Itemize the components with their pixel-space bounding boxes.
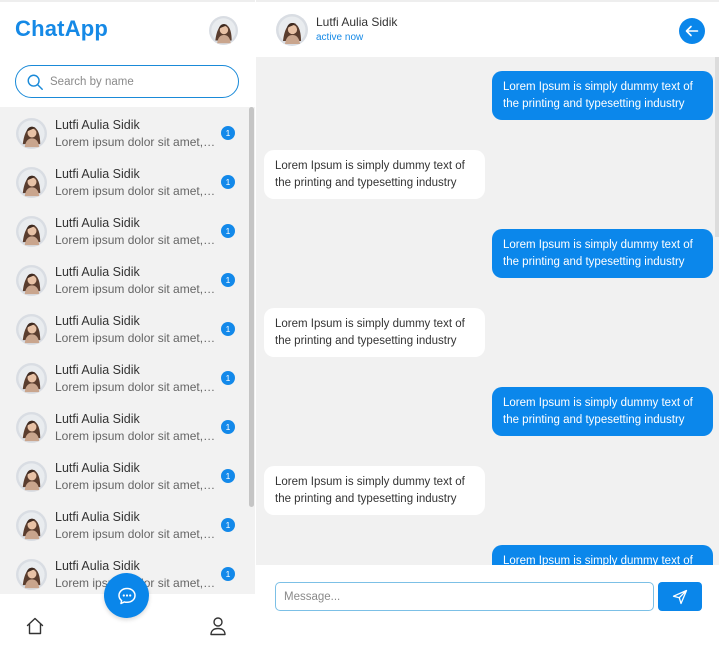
contact-avatar <box>16 363 47 394</box>
contact-avatar <box>16 118 47 149</box>
contact-last-message: Lorem ipsum dolor sit amet, consectetur <box>55 380 217 394</box>
contact-list-item[interactable]: Lutfi Aulia Sidik Lorem ipsum dolor sit a… <box>0 401 248 450</box>
contact-avatar <box>16 167 47 198</box>
outgoing-message[interactable]: Lorem Ipsum is simply dummy text of the … <box>492 229 713 278</box>
unread-badge: 1 <box>221 420 235 434</box>
unread-badge: 1 <box>221 371 235 385</box>
back-button[interactable] <box>679 18 705 44</box>
contact-name: Lutfi Aulia Sidik <box>55 363 140 377</box>
contact-list-item[interactable]: Lutfi Aulia Sidik Lorem ipsum dolor sit a… <box>0 254 248 303</box>
peer-avatar[interactable] <box>276 14 308 46</box>
chat-panel: Lutfi Aulia Sidik active now Lorem Ipsum… <box>256 0 719 666</box>
contact-last-message: Lorem ipsum dolor sit amet, consectetur <box>55 429 217 443</box>
contact-name: Lutfi Aulia Sidik <box>55 559 140 573</box>
contact-name: Lutfi Aulia Sidik <box>55 412 140 426</box>
chat-header: Lutfi Aulia Sidik active now <box>256 0 719 57</box>
message-thread-scrollbar[interactable] <box>715 57 719 237</box>
contact-avatar <box>16 559 47 590</box>
search-input[interactable] <box>50 75 220 88</box>
contact-avatar <box>16 461 47 492</box>
unread-badge: 1 <box>221 175 235 189</box>
user-icon[interactable] <box>209 616 227 636</box>
new-chat-button[interactable] <box>104 573 149 618</box>
contact-avatar <box>16 216 47 247</box>
contact-last-message: Lorem ipsum dolor sit amet, consectetur <box>55 184 217 198</box>
contact-name: Lutfi Aulia Sidik <box>55 314 140 328</box>
contact-list-item[interactable]: Lutfi Aulia Sidik Lorem ipsum dolor sit a… <box>0 156 248 205</box>
contact-list-item[interactable]: Lutfi Aulia Sidik Lorem ipsum dolor sit a… <box>0 450 248 499</box>
contact-list-item[interactable]: Lutfi Aulia Sidik Lorem ipsum dolor sit a… <box>0 499 248 548</box>
contact-last-message: Lorem ipsum dolor sit amet, consectetur <box>55 331 217 345</box>
current-user-avatar[interactable] <box>209 16 238 45</box>
contact-avatar <box>16 265 47 296</box>
incoming-message[interactable]: Lorem Ipsum is simply dummy text of the … <box>264 150 485 199</box>
outgoing-message[interactable]: Lorem Ipsum is simply dummy text of the … <box>492 71 713 120</box>
contact-last-message: Lorem ipsum dolor sit amet, consectetur <box>55 478 217 492</box>
contact-last-message: Lorem ipsum dolor sit amet, consectetur <box>55 527 217 541</box>
contact-avatar <box>16 412 47 443</box>
contact-list-item[interactable]: Lutfi Aulia Sidik Lorem ipsum dolor sit a… <box>0 352 248 401</box>
incoming-message[interactable]: Lorem Ipsum is simply dummy text of the … <box>264 308 485 357</box>
contact-last-message: Lorem ipsum dolor sit amet, consectetur <box>55 135 217 149</box>
message-input[interactable] <box>275 582 654 611</box>
send-button[interactable] <box>658 582 702 611</box>
search-box[interactable] <box>15 65 239 98</box>
unread-badge: 1 <box>221 322 235 336</box>
contact-name: Lutfi Aulia Sidik <box>55 167 140 181</box>
contact-avatar <box>16 314 47 345</box>
contact-name: Lutfi Aulia Sidik <box>55 216 140 230</box>
arrow-left-icon <box>685 25 699 37</box>
contact-name: Lutfi Aulia Sidik <box>55 461 140 475</box>
contact-last-message: Lorem ipsum dolor sit amet, consectetur <box>55 233 217 247</box>
home-icon[interactable] <box>25 616 45 636</box>
peer-name: Lutfi Aulia Sidik <box>316 15 398 29</box>
peer-status: active now <box>316 32 364 43</box>
contact-list-item[interactable]: Lutfi Aulia Sidik Lorem ipsum dolor sit a… <box>0 107 248 156</box>
contact-name: Lutfi Aulia Sidik <box>55 265 140 279</box>
unread-badge: 1 <box>221 126 235 140</box>
contact-last-message: Lorem ipsum dolor sit amet, consectetur <box>55 282 217 296</box>
search-icon <box>27 74 43 90</box>
contact-avatar <box>16 510 47 541</box>
message-thread[interactable]: Lorem Ipsum is simply dummy text of the … <box>256 57 719 565</box>
contact-list[interactable]: Lutfi Aulia Sidik Lorem ipsum dolor sit a… <box>0 107 255 594</box>
contact-list-item[interactable]: Lutfi Aulia Sidik Lorem ipsum dolor sit a… <box>0 303 248 352</box>
unread-badge: 1 <box>221 567 235 581</box>
app-logo: ChatApp <box>15 16 109 41</box>
composer <box>256 565 719 666</box>
unread-badge: 1 <box>221 518 235 532</box>
outgoing-message[interactable]: Lorem Ipsum is simply dummy text of the … <box>492 387 713 436</box>
unread-badge: 1 <box>221 224 235 238</box>
contact-name: Lutfi Aulia Sidik <box>55 510 140 524</box>
outgoing-message[interactable]: Lorem Ipsum is simply dummy text of the … <box>492 545 713 565</box>
sidebar: ChatApp Lutfi Aulia Sidik Lorem ipsum dol… <box>0 0 255 666</box>
chat-app: ChatApp Lutfi Aulia Sidik Lorem ipsum dol… <box>0 0 719 666</box>
unread-badge: 1 <box>221 469 235 483</box>
contact-name: Lutfi Aulia Sidik <box>55 118 140 132</box>
unread-badge: 1 <box>221 273 235 287</box>
contact-list-item[interactable]: Lutfi Aulia Sidik Lorem ipsum dolor sit a… <box>0 205 248 254</box>
send-icon <box>672 589 688 604</box>
incoming-message[interactable]: Lorem Ipsum is simply dummy text of the … <box>264 466 485 515</box>
contact-list-scrollbar[interactable] <box>249 107 254 507</box>
chat-bubble-icon <box>117 587 136 604</box>
